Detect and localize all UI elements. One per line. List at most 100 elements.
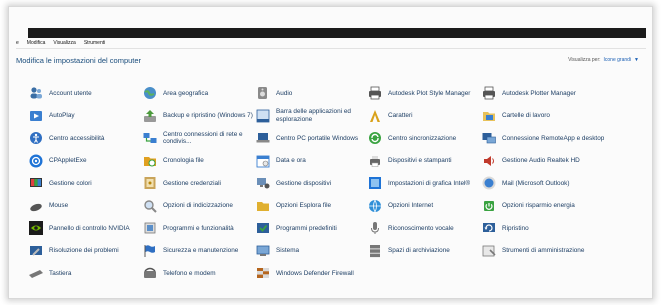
- programs-features-icon: [142, 220, 158, 236]
- control-panel-item[interactable]: Sistema: [255, 240, 367, 263]
- menu-item-strumenti[interactable]: Strumenti: [84, 40, 105, 46]
- cpapplet-icon: [28, 153, 44, 169]
- sync-center-icon: [367, 130, 383, 146]
- credential-manager-icon: [142, 175, 158, 191]
- control-panel-item[interactable]: Sicurezza e manutenzione: [142, 240, 255, 263]
- control-panel-item[interactable]: Strumenti di amministrazione: [481, 240, 611, 263]
- control-panel-item[interactable]: CPAppletExe: [28, 150, 142, 173]
- control-panel-items: Account utente Area geografica Audio Autode…: [28, 82, 611, 285]
- autoplay-icon: [28, 108, 44, 124]
- default-programs-icon: [255, 220, 271, 236]
- window-titlebar[interactable]: [28, 28, 646, 38]
- work-folders-icon: [481, 108, 497, 124]
- page-title: Modifica le impostazioni del computer: [16, 56, 142, 65]
- control-panel-item[interactable]: Dispositivi e stampanti: [367, 150, 481, 173]
- control-panel-item[interactable]: Opzioni di indicizzazione: [142, 195, 255, 218]
- control-panel-item-label: Spazi di archiviazione: [388, 247, 450, 255]
- control-panel-item-label: Centro PC portatile Windows: [276, 134, 359, 142]
- control-panel-item[interactable]: AutoPlay: [28, 105, 142, 128]
- control-panel-item[interactable]: Connessione RemoteApp e desktop: [481, 127, 611, 150]
- view-by-dropdown[interactable]: Icone grandi: [604, 57, 632, 63]
- control-panel-item[interactable]: Programmi e funzionalità: [142, 217, 255, 240]
- control-panel-item-label: Account utente: [49, 89, 92, 97]
- control-panel-item-label: Pannello di controllo NVIDIA: [49, 224, 130, 232]
- control-panel-item[interactable]: Riconoscimento vocale: [367, 217, 481, 240]
- view-by-control: Visualizza per: Icone grandi ▼: [568, 57, 639, 63]
- control-panel-item-label: Risoluzione dei problemi: [49, 247, 119, 255]
- control-panel-item-label: Area geografica: [163, 89, 209, 97]
- system-icon: [255, 243, 271, 259]
- control-panel-item-label: Programmi predefiniti: [276, 224, 337, 232]
- control-panel-item[interactable]: Audio: [255, 82, 367, 105]
- control-panel-item[interactable]: Ripristino: [481, 217, 611, 240]
- recovery-icon: [481, 220, 497, 236]
- control-panel-item[interactable]: Centro accessibilità: [28, 127, 142, 150]
- control-panel-item-label: CPAppletExe: [49, 157, 87, 165]
- control-panel-item[interactable]: Gestione dispositivi: [255, 172, 367, 195]
- nvidia-icon: [28, 220, 44, 236]
- menu-item-modifica[interactable]: Modifica: [27, 40, 46, 46]
- control-panel-item[interactable]: Windows Defender Firewall: [255, 262, 367, 285]
- control-panel-item[interactable]: Centro PC portatile Windows: [255, 127, 367, 150]
- control-panel-item-label: Autodesk Plot Style Manager: [388, 89, 471, 97]
- color-management-icon: [28, 175, 44, 191]
- control-panel-item[interactable]: Centro connessioni di rete e condivis...: [142, 127, 255, 150]
- fonts-icon: [367, 108, 383, 124]
- control-panel-item[interactable]: Opzioni risparmio energia: [481, 195, 611, 218]
- control-panel-item[interactable]: Risoluzione dei problemi: [28, 240, 142, 263]
- power-options-icon: [481, 198, 497, 214]
- admin-tools-icon: [481, 243, 497, 259]
- menu-item-visualizza[interactable]: Visualizza: [53, 40, 75, 46]
- plot-style-icon: [367, 85, 383, 101]
- control-panel-item[interactable]: Telefono e modem: [142, 262, 255, 285]
- control-panel-item[interactable]: Gestione colori: [28, 172, 142, 195]
- troubleshooting-icon: [28, 243, 44, 259]
- control-panel-item[interactable]: Caratteri: [367, 105, 481, 128]
- control-panel-item[interactable]: Mouse: [28, 195, 142, 218]
- mobility-center-icon: [255, 130, 271, 146]
- chevron-down-icon[interactable]: ▼: [634, 57, 639, 63]
- device-manager-icon: [255, 175, 271, 191]
- control-panel-item[interactable]: Opzioni Internet: [367, 195, 481, 218]
- control-panel-item[interactable]: Autodesk Plot Style Manager: [367, 82, 481, 105]
- control-panel-item-label: Centro accessibilità: [49, 134, 105, 142]
- control-panel-item[interactable]: Opzioni Esplora file: [255, 195, 367, 218]
- control-panel-item-label: Opzioni risparmio energia: [502, 202, 575, 210]
- control-panel-item-label: Strumenti di amministrazione: [502, 247, 585, 255]
- control-panel-item[interactable]: Data e ora: [255, 150, 367, 173]
- control-panel-item[interactable]: Impostazioni di grafica Intel®: [367, 172, 481, 195]
- phone-modem-icon: [142, 265, 158, 281]
- security-flag-icon: [142, 243, 158, 259]
- control-panel-item[interactable]: Account utente: [28, 82, 142, 105]
- control-panel-item-label: Dispositivi e stampanti: [388, 157, 452, 165]
- control-panel-item-label: Mail (Microsoft Outlook): [502, 179, 570, 187]
- control-panel-item[interactable]: Spazi di archiviazione: [367, 240, 481, 263]
- control-panel-item-label: Ripristino: [502, 224, 529, 232]
- taskbar-icon: [255, 108, 271, 124]
- control-panel-item-label: Audio: [276, 89, 293, 97]
- control-panel-item[interactable]: Centro sincronizzazione: [367, 127, 481, 150]
- menu-item-file[interactable]: e: [16, 40, 19, 46]
- control-panel-item[interactable]: Cronologia file: [142, 150, 255, 173]
- control-panel-item-label: Telefono e modem: [163, 269, 216, 277]
- view-by-label: Visualizza per:: [568, 57, 601, 63]
- control-panel-item-label: Barra delle applicazioni ed esplorazione: [276, 108, 351, 123]
- control-panel-item[interactable]: Barra delle applicazioni ed esplorazione: [255, 105, 367, 128]
- control-panel-item-label: Backup e ripristino (Windows 7): [163, 112, 253, 120]
- control-panel-item[interactable]: Programmi predefiniti: [255, 217, 367, 240]
- control-panel-item[interactable]: Backup e ripristino (Windows 7): [142, 105, 255, 128]
- control-panel-item[interactable]: Tastiera: [28, 262, 142, 285]
- control-panel-item[interactable]: Mail (Microsoft Outlook): [481, 172, 611, 195]
- globe-clock-icon: [142, 85, 158, 101]
- control-panel-item-label: Windows Defender Firewall: [276, 269, 354, 277]
- control-panel-item[interactable]: Gestione Audio Realtek HD: [481, 150, 611, 173]
- control-panel-item[interactable]: Autodesk Plotter Manager: [481, 82, 611, 105]
- control-panel-item[interactable]: Cartelle di lavoro: [481, 105, 611, 128]
- accessibility-icon: [28, 130, 44, 146]
- control-panel-item[interactable]: Pannello di controllo NVIDIA: [28, 217, 142, 240]
- control-panel-item[interactable]: Gestione credenziali: [142, 172, 255, 195]
- mouse-icon: [28, 198, 44, 214]
- control-panel-item-label: Sistema: [276, 247, 300, 255]
- date-time-icon: [255, 153, 271, 169]
- control-panel-item[interactable]: Area geografica: [142, 82, 255, 105]
